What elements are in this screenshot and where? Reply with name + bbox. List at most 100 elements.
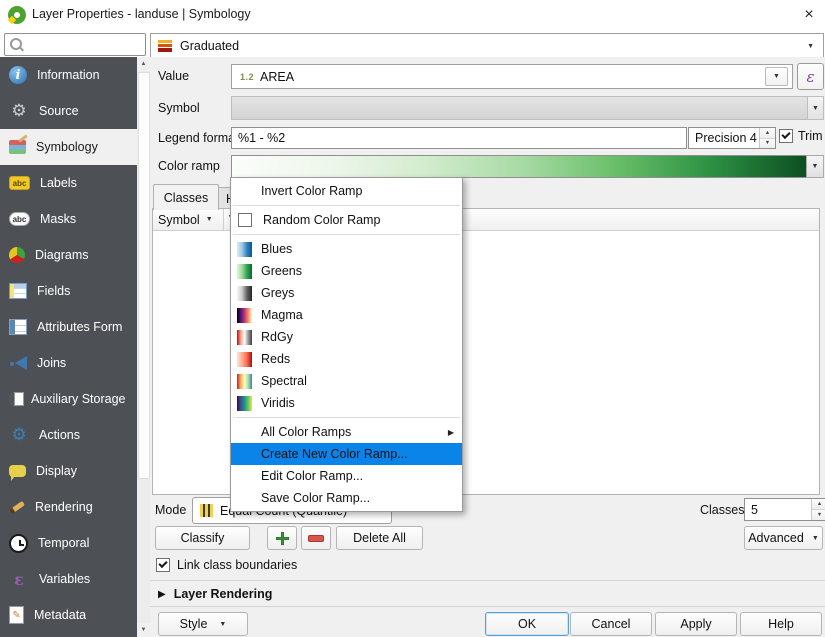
add-class-button[interactable]	[267, 526, 297, 550]
trim-label: Trim	[798, 129, 823, 143]
sidebar-item-label: Metadata	[34, 608, 86, 622]
menu-item-random-color-ramp[interactable]: Random Color Ramp	[231, 209, 462, 231]
sidebar-item-label: Source	[39, 104, 79, 118]
scroll-down-icon[interactable]: ▼	[137, 623, 150, 637]
help-button[interactable]: Help	[740, 612, 822, 636]
menu-item-label: Viridis	[261, 396, 454, 410]
spinner-buttons[interactable]: ▲ ▼	[759, 128, 775, 148]
menu-item-label: Blues	[261, 242, 454, 256]
sidebar-item-actions[interactable]: ⚙Actions	[0, 417, 137, 453]
temporal-icon	[9, 534, 28, 553]
attributes-form-icon	[9, 319, 27, 335]
color-ramp-menu: Invert Color Ramp Random Color Ramp Blues G…	[230, 177, 463, 512]
search-input[interactable]	[25, 35, 143, 54]
quantile-mode-icon	[200, 504, 213, 517]
sidebar-item-information[interactable]: iInformation	[0, 57, 137, 93]
sidebar-scrollbar[interactable]: ▲ ▼	[137, 57, 150, 637]
chevron-down-icon: ▼	[773, 73, 780, 80]
spin-up-icon[interactable]: ▲	[812, 499, 825, 509]
value-dropdown-button[interactable]: ▼	[765, 67, 788, 86]
chevron-down-icon: ▼	[812, 105, 819, 112]
layer-rendering-group[interactable]: ▶ Layer Rendering	[158, 587, 272, 601]
classes-spinner[interactable]: 5 ▲ ▼	[744, 498, 825, 521]
menu-item-create-new-color-ramp[interactable]: Create New Color Ramp...	[231, 443, 462, 465]
sidebar-item-source[interactable]: ⚙Source	[0, 93, 137, 129]
trim-checkbox[interactable]	[779, 129, 793, 143]
delete-all-button[interactable]: Delete All	[336, 526, 423, 550]
sidebar-item-attributes-form[interactable]: Attributes Form	[0, 309, 137, 345]
sidebar-item-metadata[interactable]: ✎Metadata	[0, 597, 137, 633]
menu-item-label: Spectral	[261, 374, 454, 388]
menu-item-all-color-ramps[interactable]: All Color Ramps▶	[231, 421, 462, 443]
precision-value: Precision 4	[695, 131, 757, 145]
sidebar-item-label: Variables	[39, 572, 90, 586]
cancel-button[interactable]: Cancel	[570, 612, 652, 636]
variables-icon: ε	[9, 570, 29, 588]
menu-item-save-color-ramp[interactable]: Save Color Ramp...	[231, 487, 462, 509]
value-field-combo[interactable]: 1.2 AREA ▼	[231, 64, 793, 89]
magma-ramp-swatch	[237, 308, 252, 323]
menu-item-spacer	[237, 184, 252, 199]
sidebar-nav: iInformation⚙SourceSymbologyabcLabelsabc…	[0, 57, 137, 637]
close-icon[interactable]: ×	[799, 5, 819, 25]
sidebar-item-symbology[interactable]: Symbology	[0, 129, 137, 165]
tab-classes[interactable]: Classes	[153, 184, 219, 210]
sidebar-item-display[interactable]: Display	[0, 453, 137, 489]
spinner-buttons[interactable]: ▲ ▼	[811, 499, 825, 520]
menu-item-label: Create New Color Ramp...	[261, 447, 454, 461]
scroll-up-icon[interactable]: ▲	[137, 57, 150, 71]
menu-item-rdgy[interactable]: RdGy	[231, 326, 462, 348]
sidebar-item-label: Joins	[37, 356, 66, 370]
menu-item-greens[interactable]: Greens	[231, 260, 462, 282]
sidebar-item-auxiliary-storage[interactable]: Auxiliary Storage	[0, 381, 137, 417]
symbol-preview-button[interactable]	[231, 96, 808, 120]
menu-item-edit-color-ramp[interactable]: Edit Color Ramp...	[231, 465, 462, 487]
menu-item-blues[interactable]: Blues	[231, 238, 462, 260]
sidebar-item-rendering[interactable]: Rendering	[0, 489, 137, 525]
color-ramp-button[interactable]	[231, 155, 807, 178]
sidebar-item-labels[interactable]: abcLabels	[0, 165, 137, 201]
symbol-dropdown-button[interactable]: ▼	[807, 96, 824, 120]
spin-down-icon[interactable]: ▼	[812, 509, 825, 520]
menu-item-spacer	[237, 425, 252, 440]
spin-down-icon[interactable]: ▼	[760, 138, 775, 149]
sidebar-item-temporal[interactable]: Temporal	[0, 525, 137, 561]
menu-item-greys[interactable]: Greys	[231, 282, 462, 304]
menu-item-spectral[interactable]: Spectral	[231, 370, 462, 392]
menu-separator	[233, 234, 460, 235]
sidebar-item-label: Actions	[39, 428, 80, 442]
precision-spinner[interactable]: Precision 4 ▲ ▼	[688, 127, 776, 149]
renderer-type-combo[interactable]: Graduated ▼	[150, 33, 824, 59]
chevron-down-icon: ▼	[812, 535, 819, 542]
apply-button[interactable]: Apply	[655, 612, 737, 636]
sidebar-item-fields[interactable]: Fields	[0, 273, 137, 309]
expression-builder-button[interactable]: ε	[797, 63, 824, 90]
classify-button[interactable]: Classify	[155, 526, 250, 550]
symbol-column-header[interactable]: Symbol ▼	[153, 209, 224, 230]
menu-item-spacer	[237, 447, 252, 462]
sidebar-item-joins[interactable]: Joins	[0, 345, 137, 381]
color-ramp-dropdown-button[interactable]: ▼	[806, 155, 824, 178]
style-button[interactable]: Style ▼	[158, 612, 248, 636]
scrollbar-thumb[interactable]	[138, 72, 150, 479]
menu-item-magma[interactable]: Magma	[231, 304, 462, 326]
random-color-ramp-checkbox[interactable]	[238, 213, 252, 227]
value-label: Value	[158, 69, 189, 83]
ok-button[interactable]: OK	[485, 612, 569, 636]
menu-item-label: Greys	[261, 286, 454, 300]
menu-item-invert-color-ramp[interactable]: Invert Color Ramp	[231, 180, 462, 202]
menu-item-viridis[interactable]: Viridis	[231, 392, 462, 414]
sidebar-item-variables[interactable]: ε Variables	[0, 561, 137, 597]
trim-option: Trim	[779, 129, 823, 143]
sidebar-search[interactable]	[4, 33, 146, 56]
menu-item-reds[interactable]: Reds	[231, 348, 462, 370]
sidebar-item-masks[interactable]: abcMasks	[0, 201, 137, 237]
chevron-down-icon: ▼	[219, 621, 226, 628]
advanced-button[interactable]: Advanced ▼	[744, 526, 823, 550]
layer-properties-dialog: Layer Properties - landuse | Symbology ×…	[0, 0, 825, 637]
spin-up-icon[interactable]: ▲	[760, 128, 775, 138]
sidebar-item-diagrams[interactable]: Diagrams	[0, 237, 137, 273]
remove-class-button[interactable]	[301, 526, 331, 550]
legend-format-input[interactable]: %1 - %2	[231, 127, 687, 149]
link-class-boundaries-checkbox[interactable]	[156, 558, 170, 572]
